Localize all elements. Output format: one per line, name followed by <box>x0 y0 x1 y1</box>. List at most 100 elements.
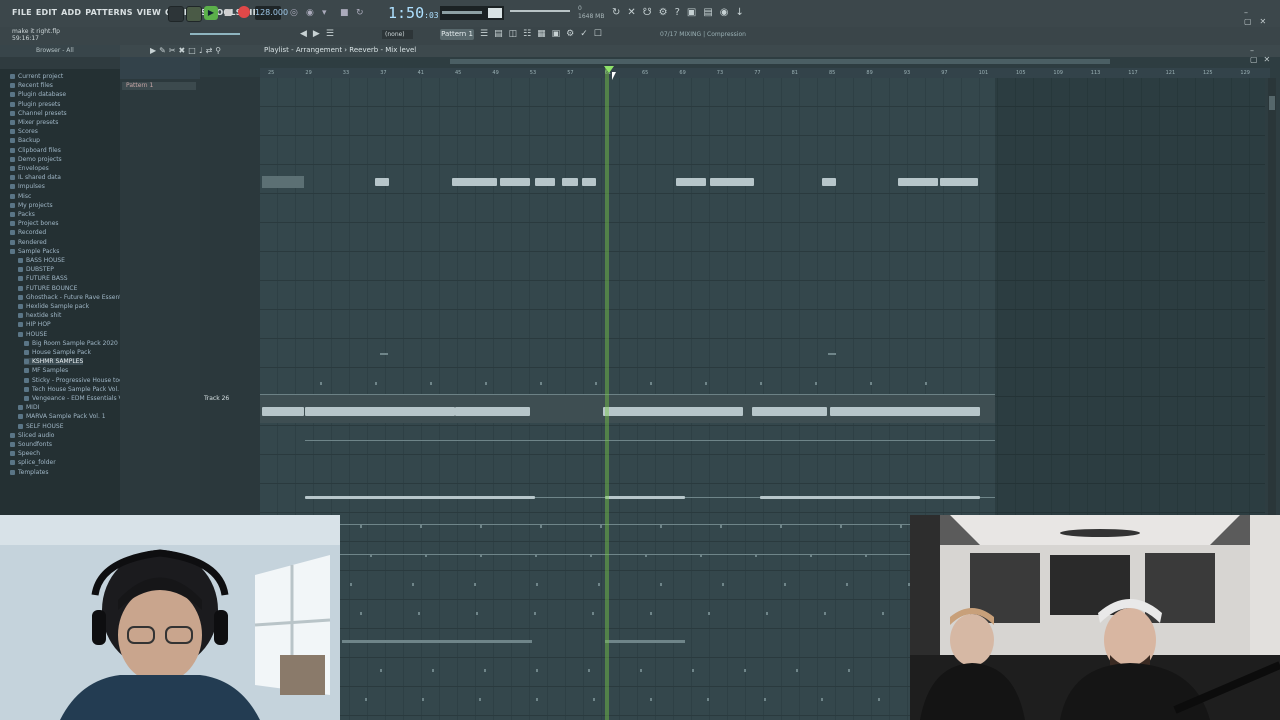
waveform-segment <box>474 583 476 586</box>
browser-item[interactable]: IL shared data <box>10 174 61 181</box>
browser-item[interactable]: My projects <box>10 202 53 209</box>
hint-icon[interactable] <box>168 6 184 22</box>
browser-item[interactable]: BASS HOUSE <box>18 257 65 264</box>
tempo-display[interactable]: 128.000 <box>255 6 288 20</box>
browser-item[interactable]: MARVA Sample Pack Vol. 1 <box>18 413 106 420</box>
folder-icon <box>18 423 23 429</box>
browser-item[interactable]: Recorded <box>10 229 46 236</box>
waveform-segment <box>830 407 980 416</box>
master-volume-slider[interactable] <box>510 10 570 12</box>
window-controls[interactable]: –▢✕ <box>1244 8 1280 26</box>
browser-item[interactable]: hextide shit <box>18 312 61 319</box>
browser-item[interactable]: splice_folder <box>10 459 56 466</box>
browser-item[interactable]: Rendered <box>10 239 47 246</box>
browser-item[interactable]: Current project <box>10 73 63 80</box>
loop-record-icon[interactable]: ↻ <box>356 8 364 18</box>
browser-item[interactable]: Clipboard files <box>10 147 61 154</box>
clip-block[interactable] <box>262 176 304 188</box>
main-pitch-slider[interactable] <box>190 33 240 35</box>
pattern-selector[interactable]: Pattern 1 <box>440 29 474 40</box>
browser-item[interactable]: House Sample Pack <box>24 349 91 356</box>
waveform-segment <box>708 612 710 615</box>
play-button[interactable]: ▶ <box>204 6 218 20</box>
browser-item-label: HOUSE <box>26 330 48 338</box>
browser-item[interactable]: Demo projects <box>10 156 62 163</box>
browser-item[interactable]: FUTURE BASS <box>18 275 68 282</box>
playhead[interactable] <box>605 66 609 720</box>
browser-item[interactable]: MF Samples <box>24 367 68 374</box>
record-button[interactable] <box>238 6 250 18</box>
browser-item[interactable]: SELF HOUSE <box>18 423 64 430</box>
countdown-icon[interactable]: ▾ <box>322 8 327 18</box>
folder-icon <box>18 258 23 263</box>
folder-icon <box>10 175 15 181</box>
browser-item[interactable]: HIP HOP <box>18 321 51 328</box>
window-buttons[interactable]: ☰▤◫☷▦▣⚙✓☐ <box>480 29 608 39</box>
browser-item[interactable]: MIDI <box>18 404 39 411</box>
browser-item[interactable]: Channel presets <box>10 110 67 117</box>
browser-item-label: Recorded <box>18 229 47 237</box>
horizontal-scrollbar[interactable] <box>450 59 1110 64</box>
browser-item[interactable]: Backup <box>10 137 40 144</box>
playlist-window-controls[interactable]: –▢✕ <box>1250 46 1280 64</box>
browser-item[interactable]: Tech House Sample Pack Vol. 2 <box>24 386 125 393</box>
browser-item[interactable]: Recent files <box>10 82 53 89</box>
browser-item[interactable]: Plugin database <box>10 91 66 98</box>
metronome-icon[interactable]: ◎ <box>290 8 298 18</box>
browser-item-label: Ghosthack - Future Rave Essentials <box>26 293 132 301</box>
browser-item[interactable]: Vengeance - EDM Essentials Vol.1 <box>24 395 133 402</box>
waveform-segment <box>484 669 486 672</box>
menu-view[interactable]: VIEW <box>137 8 161 17</box>
browser-item[interactable]: Hexlide Sample pack <box>18 303 89 310</box>
blend-notes-icon[interactable]: ■ <box>340 8 349 18</box>
menu-file[interactable]: FILE <box>12 8 32 17</box>
browser-item[interactable]: HOUSE <box>18 331 47 338</box>
menu-edit[interactable]: EDIT <box>36 8 57 17</box>
browser-item[interactable]: Ghosthack - Future Rave Essentials <box>18 294 132 301</box>
browser-item[interactable]: Plugin presets <box>10 101 60 108</box>
picker-toolbar[interactable] <box>120 57 200 79</box>
pattern-item[interactable]: Pattern 1 <box>122 82 196 90</box>
menu-add[interactable]: ADD <box>61 8 81 17</box>
browser-item[interactable]: Sticky - Progressive House toolkit <box>24 377 132 384</box>
scroll-thumb[interactable] <box>1269 96 1275 110</box>
playlist-tools[interactable]: ▶✎✂✖□♩⇄⚲ <box>150 46 224 55</box>
browser-item[interactable]: Sliced audio <box>10 432 54 439</box>
stop-button[interactable]: ■ <box>222 6 234 20</box>
browser-toolbar[interactable] <box>0 57 120 69</box>
waveform-segment <box>815 382 817 385</box>
browser-item[interactable]: Speech <box>10 450 40 457</box>
ruler-tick: 81 <box>791 70 798 76</box>
browser-item[interactable]: Impulses <box>10 183 45 190</box>
waveform-segment <box>425 554 427 557</box>
snap-tools[interactable]: ◀▶☰ <box>300 29 340 39</box>
snap-select[interactable]: (none) <box>382 30 413 39</box>
browser-item[interactable]: Project bones <box>10 220 59 227</box>
timeline-ruler[interactable] <box>260 68 1270 78</box>
browser-item[interactable]: Misc <box>10 193 31 200</box>
pattern-song-toggle[interactable] <box>186 6 202 22</box>
browser-item[interactable]: Big Room Sample Pack 2020 <box>24 340 118 347</box>
waveform-segment <box>500 178 530 186</box>
browser-item[interactable]: Mixer presets <box>10 119 58 126</box>
menu-patterns[interactable]: PATTERNS <box>85 8 132 17</box>
wait-input-icon[interactable]: ◉ <box>306 8 314 18</box>
cpu-value: 0 <box>578 5 582 12</box>
browser-item[interactable]: Envelopes <box>10 165 49 172</box>
browser-item[interactable]: Soundfonts <box>10 441 52 448</box>
browser-item[interactable]: Scores <box>10 128 38 135</box>
browser-item[interactable]: Templates <box>10 469 49 476</box>
browser-item[interactable]: Sample Packs <box>10 248 59 255</box>
browser-item[interactable]: FUTURE BOUNCE <box>18 285 77 292</box>
track-26-label[interactable]: Track 26 <box>204 395 229 402</box>
time-small: :03 <box>424 11 439 20</box>
toolbar-icons[interactable]: ↻✕☋⚙?▣▤◉↓ <box>612 7 751 18</box>
folder-icon <box>24 340 29 346</box>
browser-item[interactable]: DUBSTEP <box>18 266 54 273</box>
webcam-left <box>0 515 340 720</box>
browser-item[interactable]: KSHMR SAMPLES <box>24 358 84 366</box>
hint-line2: 59:16:17 <box>12 35 39 42</box>
folder-icon <box>10 156 15 162</box>
browser-item[interactable]: Packs <box>10 211 35 218</box>
vertical-scrollbar[interactable] <box>1268 78 1276 518</box>
